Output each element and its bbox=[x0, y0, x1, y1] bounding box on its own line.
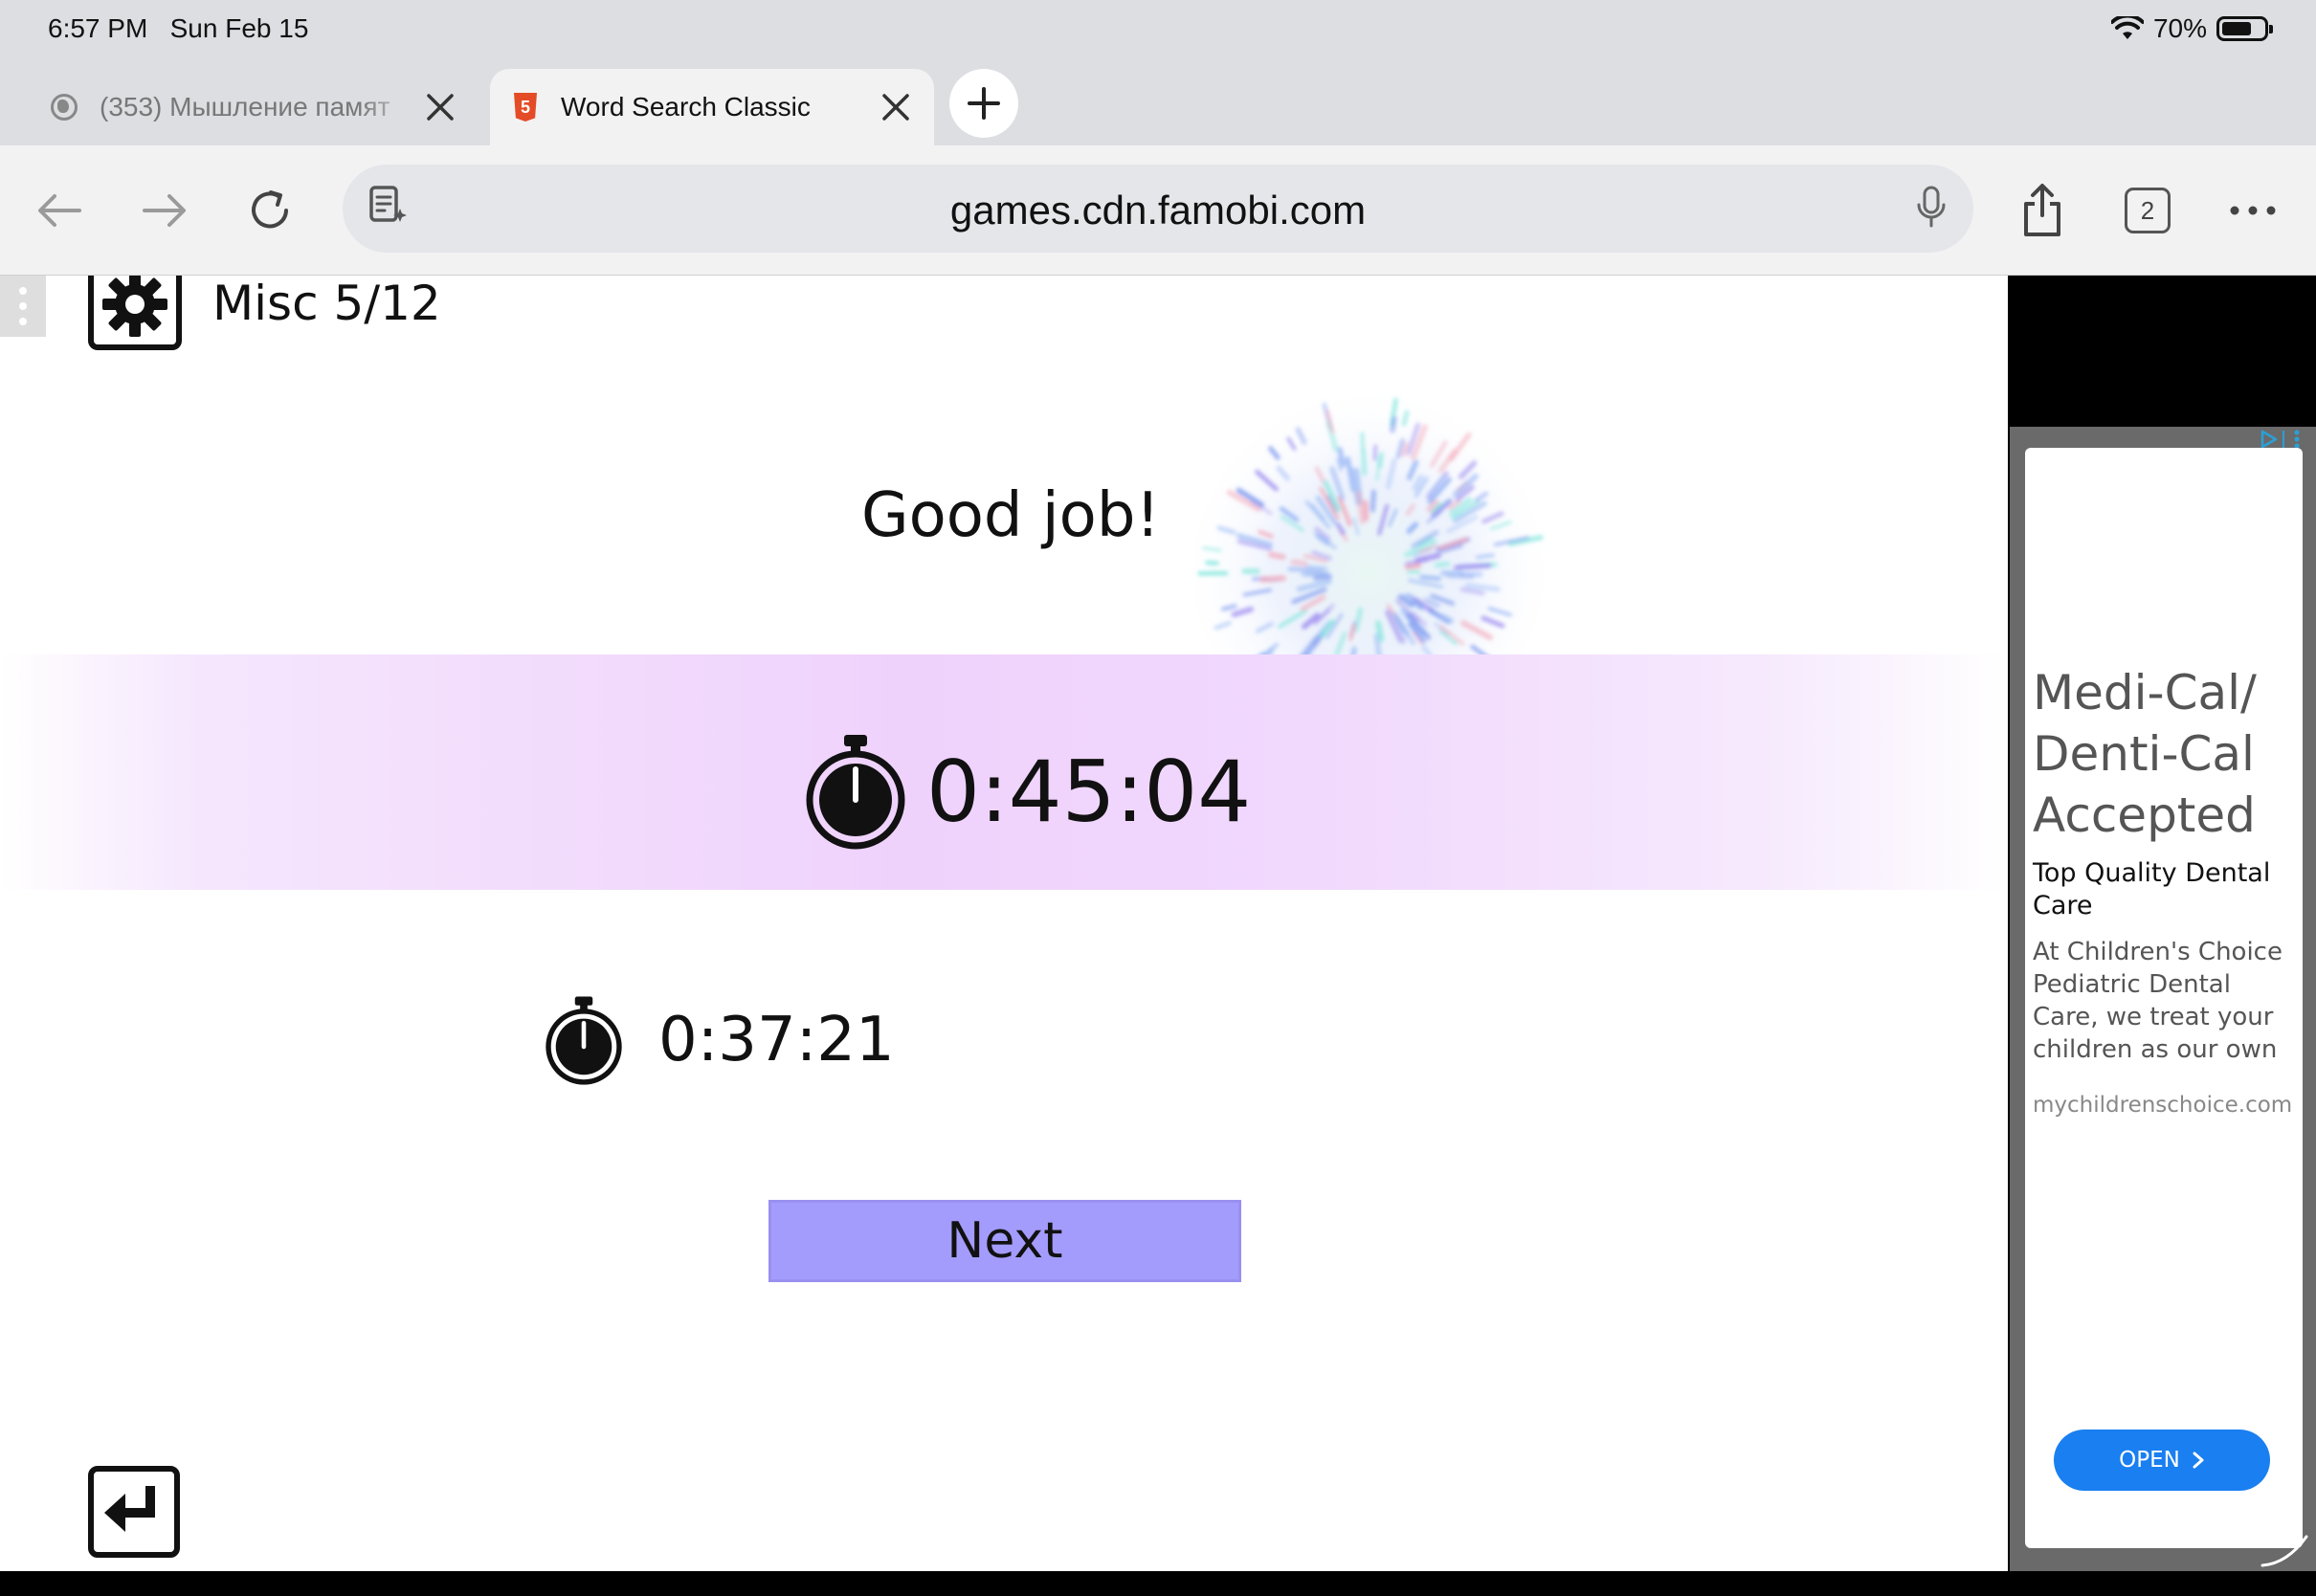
more-menu-button[interactable] bbox=[2224, 182, 2282, 239]
firework-ray bbox=[1301, 570, 1330, 577]
tab-count: 2 bbox=[2125, 188, 2171, 233]
tab-inactive[interactable]: (353) Мышление памят bbox=[29, 69, 479, 145]
firework-ray bbox=[1372, 444, 1378, 461]
globe-icon bbox=[50, 93, 78, 122]
browser-toolbar: games.cdn.famobi.com 2 bbox=[0, 145, 2316, 276]
back-button[interactable] bbox=[31, 182, 88, 239]
plus-icon bbox=[968, 87, 1000, 120]
level-label: Misc 5/12 bbox=[212, 276, 441, 331]
firework-ray bbox=[1434, 561, 1451, 568]
close-icon[interactable] bbox=[423, 90, 457, 124]
tab-title: (353) Мышление памят bbox=[100, 92, 390, 122]
stopwatch-icon bbox=[546, 996, 622, 1085]
firework-ray bbox=[1390, 416, 1397, 433]
tabs-overview-button[interactable]: 2 bbox=[2119, 182, 2176, 239]
close-icon[interactable] bbox=[879, 90, 913, 124]
current-time-value: 0:45:04 bbox=[926, 742, 1252, 841]
status-clock: 6:57 PM bbox=[48, 13, 148, 43]
arrow-left-icon bbox=[38, 194, 81, 227]
firework-ray bbox=[1419, 574, 1442, 582]
battery-icon bbox=[2216, 16, 2273, 41]
status-time: 6:57 PM Sun Feb 15 bbox=[48, 13, 308, 44]
url-text: games.cdn.famobi.com bbox=[949, 188, 1367, 233]
current-time: 0:45:04 bbox=[804, 733, 1251, 850]
firework-ray bbox=[1313, 573, 1332, 581]
firework-ray bbox=[1475, 553, 1495, 560]
tab-active[interactable]: 5 Word Search Classic bbox=[490, 69, 934, 145]
gear-icon bbox=[102, 276, 167, 337]
firework-ray bbox=[1258, 575, 1286, 583]
arrow-right-icon bbox=[143, 194, 186, 227]
settings-button[interactable] bbox=[88, 276, 182, 350]
return-icon bbox=[104, 1486, 155, 1532]
firework-ray bbox=[1378, 452, 1384, 469]
ad-card[interactable]: Medi-Cal/ Denti-Cal Accepted Top Quality… bbox=[2025, 448, 2303, 1548]
firework-ray bbox=[1220, 604, 1237, 611]
side-menu-handle[interactable] bbox=[0, 276, 46, 337]
firework-ray bbox=[1205, 560, 1219, 565]
share-button[interactable] bbox=[2014, 182, 2071, 239]
ad-domain: mychildrenschoice.com bbox=[2033, 1093, 2293, 1118]
share-icon bbox=[2024, 184, 2060, 236]
page-curl-icon bbox=[2260, 1535, 2308, 1567]
ad-top-banner bbox=[2008, 276, 2316, 427]
firework-ray bbox=[1356, 490, 1366, 525]
tab-bar: (353) Мышление памят 5 Word Search Class… bbox=[0, 61, 2316, 145]
status-date: Sun Feb 15 bbox=[169, 13, 309, 43]
best-time-value: 0:37:21 bbox=[658, 1005, 895, 1075]
next-button[interactable]: Next bbox=[768, 1200, 1241, 1282]
more-icon bbox=[2230, 206, 2276, 215]
microphone-icon bbox=[1917, 186, 1946, 228]
firework-ray bbox=[1375, 455, 1381, 482]
status-bar: 6:57 PM Sun Feb 15 70% bbox=[0, 0, 2316, 61]
reload-icon bbox=[252, 190, 288, 229]
ad-choices-icon[interactable] bbox=[2259, 429, 2305, 450]
firework-ray bbox=[1401, 410, 1410, 427]
ad-open-button[interactable]: OPEN bbox=[2054, 1430, 2270, 1491]
status-indicators: 70% bbox=[2110, 13, 2273, 44]
battery-percent: 70% bbox=[2152, 13, 2207, 43]
firework-ray bbox=[1401, 442, 1410, 457]
bottom-bar bbox=[0, 1571, 2316, 1596]
reload-button[interactable] bbox=[241, 182, 299, 239]
ad-subtitle: Top Quality Dental Care bbox=[2033, 858, 2271, 920]
best-time: 0:37:21 bbox=[544, 995, 895, 1085]
microphone-button[interactable] bbox=[1910, 180, 1952, 238]
forward-button[interactable] bbox=[136, 182, 193, 239]
ad-headline: Medi-Cal/ Denti-Cal Accepted bbox=[2033, 665, 2257, 843]
success-message: Good job! bbox=[861, 480, 1161, 551]
address-bar[interactable]: games.cdn.famobi.com bbox=[343, 165, 1973, 253]
firework-ray bbox=[1268, 551, 1286, 560]
firework-ray bbox=[1375, 620, 1385, 642]
firework-ray bbox=[1453, 563, 1492, 570]
wifi-icon bbox=[2110, 16, 2144, 39]
firework-ray bbox=[1370, 489, 1377, 513]
firework-ray bbox=[1287, 566, 1324, 573]
firework-ray bbox=[1361, 448, 1367, 477]
firework-ray bbox=[1305, 565, 1328, 570]
stopwatch-icon bbox=[806, 735, 905, 850]
firework-ray bbox=[1404, 563, 1422, 570]
firework-ray bbox=[1290, 559, 1308, 566]
firework-ray bbox=[1360, 432, 1365, 451]
new-tab-button[interactable] bbox=[949, 69, 1018, 138]
ad-open-label: OPEN bbox=[2119, 1448, 2180, 1473]
firework-ray bbox=[1363, 499, 1370, 521]
game-area: Misc 5/12 Good job! 0:45:04 0:37:21 Next bbox=[0, 276, 2008, 1571]
back-to-menu-button[interactable] bbox=[88, 1466, 180, 1558]
ad-body: At Children's Choice Pediatric Dental Ca… bbox=[2033, 938, 2283, 1064]
tab-title: Word Search Classic bbox=[561, 92, 811, 122]
html5-icon: 5 bbox=[511, 93, 540, 122]
chevron-right-icon bbox=[2193, 1452, 2204, 1469]
